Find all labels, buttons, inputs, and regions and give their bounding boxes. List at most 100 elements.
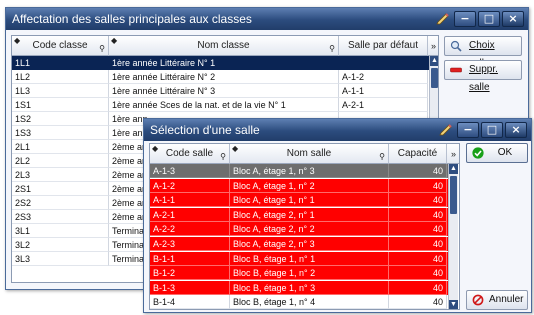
column-menu-chevron-icon[interactable]: »	[428, 36, 438, 56]
table-row[interactable]: A-1-1 Bloc A, étage 1, n° 1 40	[150, 193, 448, 208]
cell-code: 1L2	[12, 70, 109, 84]
edit-icon[interactable]	[434, 11, 452, 27]
table-row[interactable]: B-1-2 Bloc B, étage 1, n° 2 40	[150, 266, 448, 281]
cell-code: 3L1	[12, 224, 109, 238]
cell-code: B-1-3	[150, 280, 230, 295]
cell-nom: Bloc A, étage 2, n° 1	[230, 207, 389, 222]
search-icon[interactable]: ⚲	[329, 45, 335, 53]
cell-nom: 1ère année Sces de la nat. et de la vie …	[109, 98, 339, 112]
cell-nom: Bloc A, étage 1, n° 2	[230, 178, 389, 193]
salles-grid[interactable]: ◆ Code salle ⚲ ◆ Nom salle ⚲ Capacité » …	[149, 143, 460, 310]
salles-scrollbar[interactable]: ▲ ▼	[448, 164, 458, 309]
scroll-down-icon[interactable]: ▼	[449, 300, 458, 309]
close-button[interactable]: ×	[502, 11, 524, 27]
scroll-up-icon[interactable]: ▲	[430, 56, 438, 66]
sort-icon[interactable]: ◆	[152, 145, 158, 153]
table-row[interactable]: B-1-1 Bloc B, étage 1, n° 1 40	[150, 251, 448, 266]
check-icon	[472, 147, 484, 159]
table-row[interactable]: A-1-2 Bloc A, étage 1, n° 2 40	[150, 178, 448, 193]
suppr-salle-button[interactable]: Suppr. salle	[444, 60, 522, 93]
search-icon[interactable]: ⚲	[379, 153, 385, 161]
table-row[interactable]: A-1-3 Bloc A, étage 1, n° 3 40	[150, 164, 448, 178]
cell-code: A-2-3	[150, 237, 230, 251]
cell-code: 2L1	[12, 140, 109, 154]
cell-nom: Bloc A, étage 1, n° 3	[230, 164, 389, 178]
column-header-code-salle[interactable]: ◆ Code salle ⚲	[150, 144, 230, 164]
cell-cap: 40	[389, 178, 447, 193]
sort-icon[interactable]: ◆	[111, 37, 117, 45]
table-row[interactable]: B-1-3 Bloc B, étage 1, n° 3 40	[150, 280, 448, 295]
cell-cap: 40	[389, 193, 447, 208]
maximize-button[interactable]: □	[478, 11, 500, 27]
table-row[interactable]: 1L3 1ère année Littéraire N° 3 A-1-1	[12, 84, 429, 98]
cell-code: 2L3	[12, 168, 109, 182]
column-header-nom-classe[interactable]: ◆ Nom classe ⚲	[109, 36, 339, 56]
selection-title: Sélection d'une salle	[150, 123, 260, 137]
minimize-button[interactable]: −	[457, 122, 479, 138]
cell-cap: 40	[389, 266, 447, 281]
sort-icon[interactable]: ◆	[14, 37, 20, 45]
cell-cap: 40	[389, 222, 447, 237]
cell-cap: 40	[389, 164, 447, 178]
cell-code: 1L3	[12, 84, 109, 98]
table-row[interactable]: B-1-4 Bloc B, étage 1, n° 4 40	[150, 295, 448, 309]
cell-code: 1S1	[12, 98, 109, 112]
cell-cap: 40	[389, 280, 447, 295]
cell-nom: Bloc A, étage 1, n° 1	[230, 193, 389, 208]
column-header-capacite[interactable]: Capacité	[389, 144, 447, 164]
table-row[interactable]: 1L2 1ère année Littéraire N° 2 A-1-2	[12, 70, 429, 84]
cell-cap: 40	[389, 237, 447, 251]
cell-cap: 40	[389, 207, 447, 222]
cell-nom: Bloc B, étage 1, n° 2	[230, 266, 389, 281]
search-icon[interactable]: ⚲	[99, 45, 105, 53]
maximize-button[interactable]: □	[481, 122, 503, 138]
cell-code: 2S3	[12, 210, 109, 224]
close-button[interactable]: ×	[505, 122, 527, 138]
cell-code: 3L2	[12, 238, 109, 252]
cell-nom: Bloc B, étage 1, n° 1	[230, 251, 389, 266]
table-row[interactable]: A-2-3 Bloc A, étage 2, n° 3 40	[150, 237, 448, 251]
column-header-nom-salle[interactable]: ◆ Nom salle ⚲	[230, 144, 389, 164]
table-row[interactable]: 1S1 1ère année Sces de la nat. et de la v…	[12, 98, 429, 112]
cancel-icon	[472, 294, 484, 306]
scroll-thumb[interactable]	[450, 176, 457, 214]
column-header-salle-defaut[interactable]: Salle par défaut	[339, 36, 428, 56]
cell-code: 3L3	[12, 252, 109, 266]
column-header-code-classe[interactable]: ◆ Code classe ⚲	[12, 36, 109, 56]
table-row[interactable]: 1L1 1ère année Littéraire N° 1	[12, 56, 429, 70]
cell-salle	[339, 56, 428, 70]
cell-salle: A-2-1	[339, 98, 428, 112]
minus-icon	[450, 67, 462, 73]
table-row[interactable]: A-2-2 Bloc A, étage 2, n° 2 40	[150, 222, 448, 237]
cell-code: A-1-1	[150, 193, 230, 208]
scroll-thumb[interactable]	[431, 68, 438, 88]
cell-code: B-1-4	[150, 295, 230, 309]
cell-nom: 1ère année Littéraire N° 1	[109, 56, 339, 70]
cell-code: 2L2	[12, 154, 109, 168]
cell-code: 1L1	[12, 56, 109, 70]
cell-code: A-2-2	[150, 222, 230, 237]
cell-code: 1S2	[12, 112, 109, 126]
cell-nom: 1ère année Littéraire N° 2	[109, 70, 339, 84]
cell-salle: A-1-2	[339, 70, 428, 84]
ok-button[interactable]: OK	[466, 143, 528, 163]
search-icon[interactable]: ⚲	[220, 153, 226, 161]
magnifier-icon	[450, 40, 462, 52]
edit-icon[interactable]	[437, 122, 455, 138]
sort-icon[interactable]: ◆	[232, 145, 238, 153]
cell-code: B-1-2	[150, 266, 230, 281]
cell-code: A-2-1	[150, 207, 230, 222]
annuler-button[interactable]: Annuler	[466, 290, 528, 310]
affectation-titlebar[interactable]: Affectation des salles principales aux c…	[6, 8, 528, 30]
cell-nom: Bloc A, étage 2, n° 3	[230, 237, 389, 251]
choix-salle-button[interactable]: Choix salle	[444, 36, 522, 69]
minimize-button[interactable]: −	[454, 11, 476, 27]
table-row[interactable]: A-2-1 Bloc A, étage 2, n° 1 40	[150, 207, 448, 222]
selection-titlebar[interactable]: Sélection d'une salle − □ ×	[144, 119, 531, 141]
cell-code: A-1-2	[150, 178, 230, 193]
selection-salle-window: Sélection d'une salle − □ × ◆ Code salle…	[143, 118, 532, 313]
column-menu-chevron-icon[interactable]: »	[447, 144, 459, 164]
cell-nom: 1ère année Littéraire N° 3	[109, 84, 339, 98]
scroll-up-icon[interactable]: ▲	[449, 164, 458, 174]
cell-code: A-1-3	[150, 164, 230, 178]
